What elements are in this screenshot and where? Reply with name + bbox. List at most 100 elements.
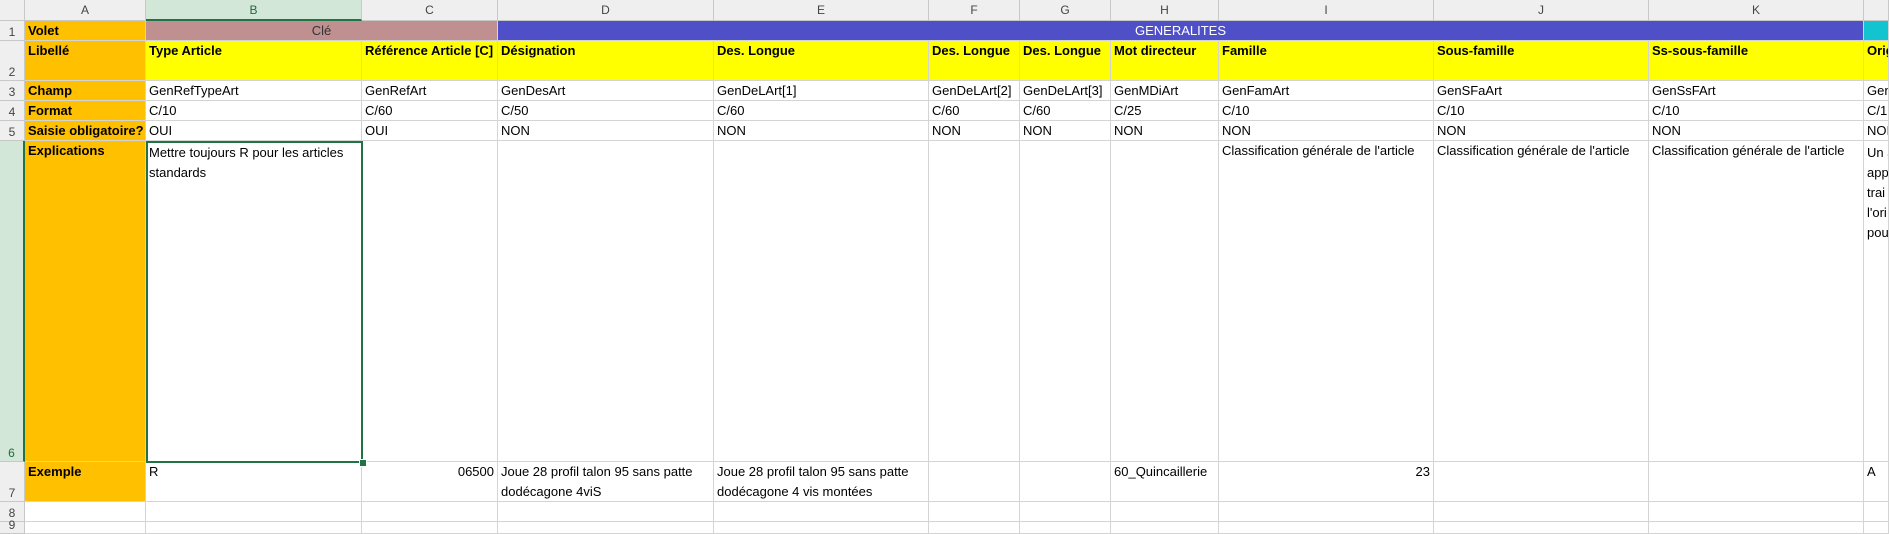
cell-f5[interactable]: NON	[929, 121, 1020, 141]
cell-d6[interactable]	[498, 141, 714, 462]
column-header-i[interactable]: I	[1219, 0, 1434, 21]
cell-h3[interactable]: GenMDiArt	[1111, 81, 1219, 101]
cell-f4[interactable]: C/60	[929, 101, 1020, 121]
cell-f6[interactable]	[929, 141, 1020, 462]
cell-d9[interactable]	[498, 522, 714, 534]
cell-d3[interactable]: GenDesArt	[498, 81, 714, 101]
cell-i7[interactable]: 23	[1219, 462, 1434, 502]
cell-a1[interactable]: Volet	[25, 21, 146, 41]
row-header-5[interactable]: 5	[0, 121, 25, 141]
cell-f8[interactable]	[929, 502, 1020, 522]
cell-h7[interactable]: 60_Quincaillerie	[1111, 462, 1219, 502]
column-header-l[interactable]	[1864, 0, 1889, 21]
cell-g5[interactable]: NON	[1020, 121, 1111, 141]
cell-k8[interactable]	[1649, 502, 1864, 522]
cell-j7[interactable]	[1434, 462, 1649, 502]
cell-b2[interactable]: Type Article	[146, 41, 362, 81]
cell-b3[interactable]: GenRefTypeArt	[146, 81, 362, 101]
cell-i5[interactable]: NON	[1219, 121, 1434, 141]
cell-e5[interactable]: NON	[714, 121, 929, 141]
cell-l4[interactable]: C/1	[1864, 101, 1889, 121]
cell-b5[interactable]: OUI	[146, 121, 362, 141]
cell-g9[interactable]	[1020, 522, 1111, 534]
cell-a4[interactable]: Format	[25, 101, 146, 121]
cell-i2[interactable]: Famille	[1219, 41, 1434, 81]
cell-b6[interactable]: Mettre toujours R pour les articles stan…	[146, 141, 362, 462]
cell-h5[interactable]: NON	[1111, 121, 1219, 141]
cell-g6[interactable]	[1020, 141, 1111, 462]
cell-l1[interactable]	[1864, 21, 1889, 41]
cell-e4[interactable]: C/60	[714, 101, 929, 121]
column-header-d[interactable]: D	[498, 0, 714, 21]
cell-h9[interactable]	[1111, 522, 1219, 534]
cell-k4[interactable]: C/10	[1649, 101, 1864, 121]
cell-h8[interactable]	[1111, 502, 1219, 522]
cell-a5[interactable]: Saisie obligatoire?	[25, 121, 146, 141]
cell-k9[interactable]	[1649, 522, 1864, 534]
cell-a9[interactable]	[25, 522, 146, 534]
cell-c4[interactable]: C/60	[362, 101, 498, 121]
column-header-c[interactable]: C	[362, 0, 498, 21]
cell-d2[interactable]: Désignation	[498, 41, 714, 81]
column-header-g[interactable]: G	[1020, 0, 1111, 21]
column-header-b[interactable]: B	[146, 0, 362, 21]
cell-e3[interactable]: GenDeLArt[1]	[714, 81, 929, 101]
cell-l8[interactable]	[1864, 502, 1889, 522]
cell-c2[interactable]: Référence Article [C]	[362, 41, 498, 81]
cell-e2[interactable]: Des. Longue	[714, 41, 929, 81]
cell-d4[interactable]: C/50	[498, 101, 714, 121]
cell-j8[interactable]	[1434, 502, 1649, 522]
cell-i3[interactable]: GenFamArt	[1219, 81, 1434, 101]
cell-h2[interactable]: Mot directeur	[1111, 41, 1219, 81]
column-header-j[interactable]: J	[1434, 0, 1649, 21]
cell-i9[interactable]	[1219, 522, 1434, 534]
cell-j6[interactable]: Classification générale de l'article	[1434, 141, 1649, 462]
row-header-2[interactable]: 2	[0, 41, 25, 81]
row-header-6[interactable]: 6	[0, 141, 25, 462]
cell-c5[interactable]: OUI	[362, 121, 498, 141]
cell-i8[interactable]	[1219, 502, 1434, 522]
cell-a3[interactable]: Champ	[25, 81, 146, 101]
cell-a6[interactable]: Explications	[25, 141, 146, 462]
cell-l7[interactable]: A	[1864, 462, 1889, 502]
cell-d1-merged[interactable]: GENERALITES	[498, 21, 1864, 41]
cell-k2[interactable]: Ss-sous-famille	[1649, 41, 1864, 81]
cell-h4[interactable]: C/25	[1111, 101, 1219, 121]
cell-h6[interactable]	[1111, 141, 1219, 462]
cell-b1-merged[interactable]: Clé	[146, 21, 498, 41]
cell-k7[interactable]	[1649, 462, 1864, 502]
cell-g2[interactable]: Des. Longue	[1020, 41, 1111, 81]
select-all-corner[interactable]	[0, 0, 25, 21]
cell-b8[interactable]	[146, 502, 362, 522]
row-header-4[interactable]: 4	[0, 101, 25, 121]
cell-a8[interactable]	[25, 502, 146, 522]
cell-k5[interactable]: NON	[1649, 121, 1864, 141]
fill-handle[interactable]	[359, 459, 367, 467]
cell-d7[interactable]: Joue 28 profil talon 95 sans patte dodéc…	[498, 462, 714, 502]
cell-l2[interactable]: Orig	[1864, 41, 1889, 81]
cell-j4[interactable]: C/10	[1434, 101, 1649, 121]
cell-f9[interactable]	[929, 522, 1020, 534]
cell-e7[interactable]: Joue 28 profil talon 95 sans patte dodéc…	[714, 462, 929, 502]
cell-l6[interactable]: Un a app trai l'ori pou	[1864, 141, 1889, 462]
cell-g4[interactable]: C/60	[1020, 101, 1111, 121]
cell-j5[interactable]: NON	[1434, 121, 1649, 141]
row-header-1[interactable]: 1	[0, 21, 25, 41]
column-header-h[interactable]: H	[1111, 0, 1219, 21]
cell-g8[interactable]	[1020, 502, 1111, 522]
cell-l5[interactable]: NOI	[1864, 121, 1889, 141]
cell-k6[interactable]: Classification générale de l'article	[1649, 141, 1864, 462]
cell-j2[interactable]: Sous-famille	[1434, 41, 1649, 81]
cell-d5[interactable]: NON	[498, 121, 714, 141]
spreadsheet[interactable]: A B C D E F G H I J K 1 2 3 4 5 6 7 8 9 …	[0, 0, 1889, 534]
cell-g7[interactable]	[1020, 462, 1111, 502]
cell-c8[interactable]	[362, 502, 498, 522]
row-header-7[interactable]: 7	[0, 462, 25, 502]
cell-b9[interactable]	[146, 522, 362, 534]
cell-k3[interactable]: GenSsFArt	[1649, 81, 1864, 101]
column-header-k[interactable]: K	[1649, 0, 1864, 21]
column-header-f[interactable]: F	[929, 0, 1020, 21]
cell-j9[interactable]	[1434, 522, 1649, 534]
cell-g3[interactable]: GenDeLArt[3]	[1020, 81, 1111, 101]
row-header-3[interactable]: 3	[0, 81, 25, 101]
